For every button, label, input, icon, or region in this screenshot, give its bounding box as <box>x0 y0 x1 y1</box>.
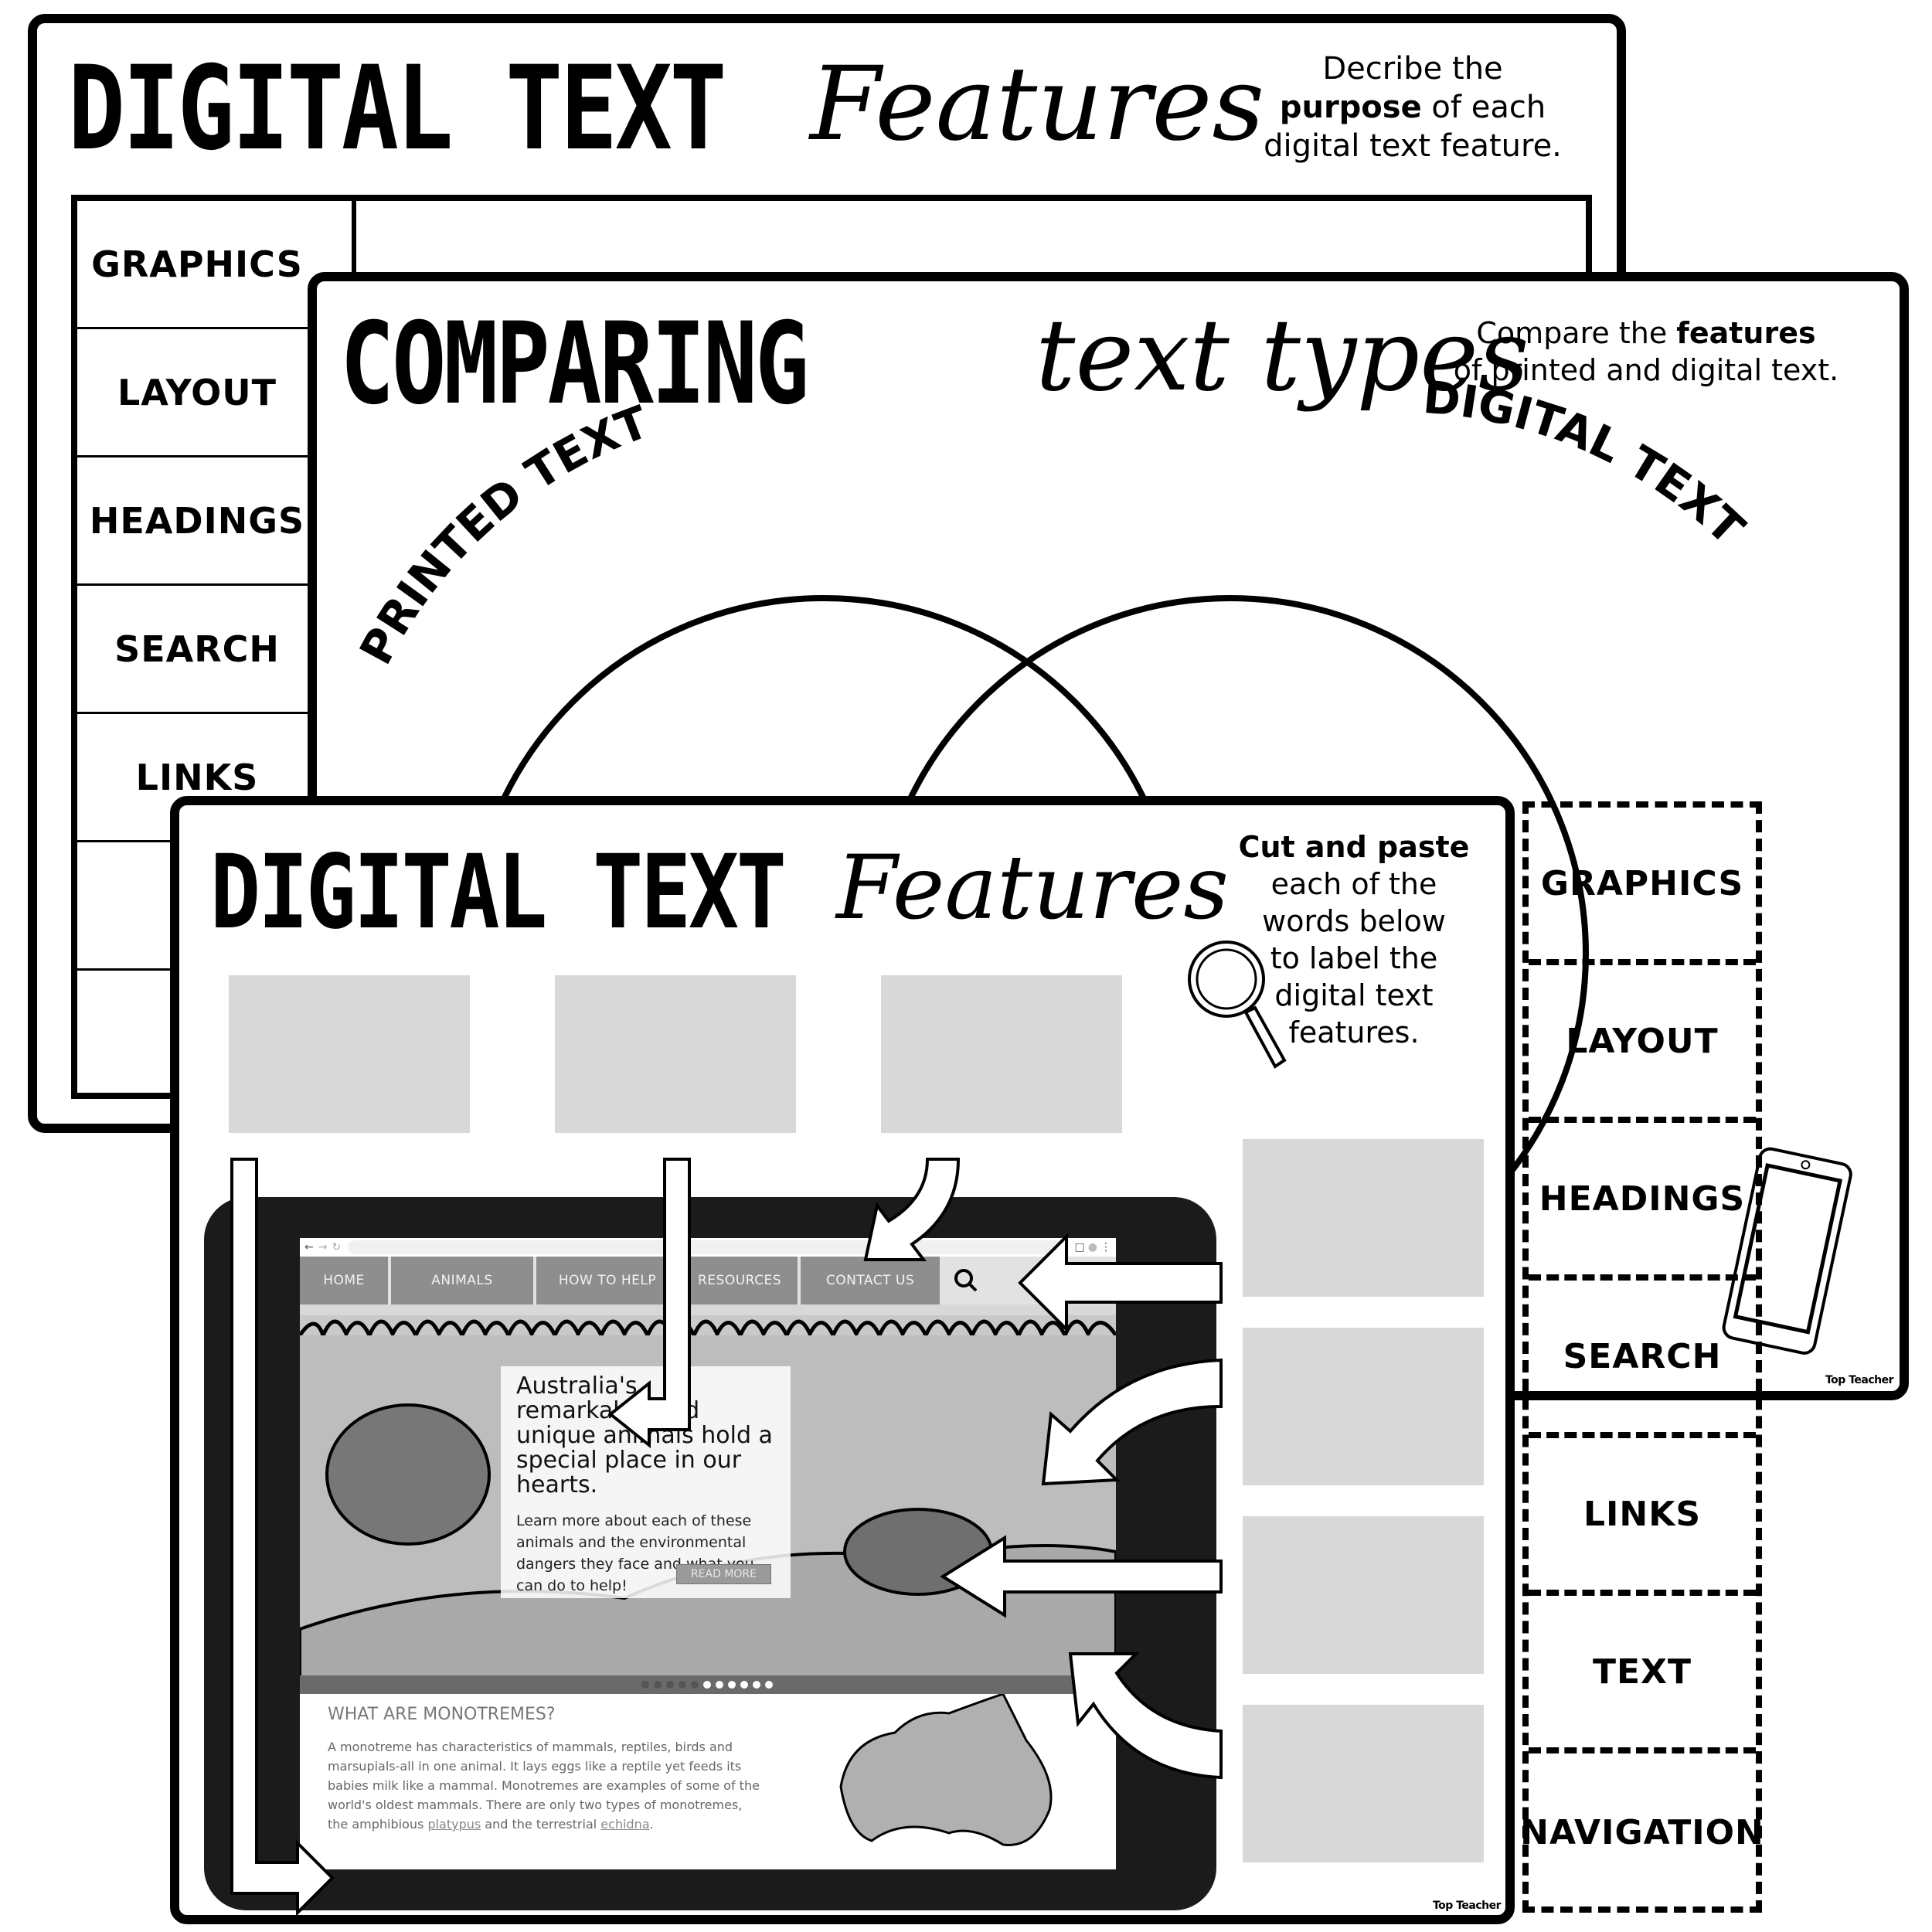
brand-label: Top Teacher <box>1432 1900 1502 1912</box>
worksheet-instructions: Decribe the purpose of each digital text… <box>1250 49 1575 165</box>
website-screen: ← → ↻ □ ● ⋮ HOME ANIMALS HOW TO HELP RES… <box>300 1238 1116 1869</box>
paste-box[interactable] <box>1243 1328 1484 1485</box>
hero-title: Australia's remarkable and unique animal… <box>516 1372 773 1498</box>
carousel-dot[interactable] <box>740 1681 748 1689</box>
carousel-dot[interactable] <box>691 1681 699 1689</box>
window-square-icon[interactable]: □ <box>1075 1241 1085 1253</box>
label-headings[interactable]: HEADINGS <box>1529 1123 1756 1281</box>
carousel-dot[interactable] <box>765 1681 773 1689</box>
label-graphics[interactable]: GRAPHICS <box>1529 808 1756 965</box>
search-icon[interactable] <box>943 1257 989 1304</box>
back-arrow-icon[interactable]: ← <box>304 1241 314 1253</box>
worksheet-cut-and-paste: DIGITAL TEXT Features Cut and paste each… <box>170 796 1515 1924</box>
nav-contact-us[interactable]: CONTACT US <box>801 1257 940 1304</box>
reload-icon[interactable]: ↻ <box>332 1241 341 1253</box>
instruction-line: each of the <box>1270 867 1437 901</box>
menu-dots-icon[interactable]: ⋮ <box>1100 1241 1111 1253</box>
label-layout[interactable]: LAYOUT <box>1529 965 1756 1123</box>
profile-circle-icon[interactable]: ● <box>1088 1241 1097 1253</box>
instruction-line: Decribe the <box>1322 51 1503 87</box>
venn-left-label-path: PRINTED TEXT <box>349 396 655 673</box>
paste-box[interactable] <box>229 975 470 1133</box>
echidna-illustration <box>325 1403 491 1546</box>
article-text: and the terrestrial <box>481 1817 601 1832</box>
article-section: WHAT ARE MONOTREMES? A monotreme has cha… <box>300 1694 1116 1869</box>
table-row-label: HEADINGS <box>77 457 317 586</box>
carousel-dot[interactable] <box>728 1681 736 1689</box>
article-text: . <box>649 1817 654 1832</box>
instruction-line: words below <box>1262 904 1446 938</box>
magnifying-glass-icon <box>1188 940 1287 1069</box>
paste-box[interactable] <box>1243 1705 1484 1862</box>
nav-resources[interactable]: RESOURCES <box>682 1257 798 1304</box>
hero-banner: Australia's remarkable and unique animal… <box>300 1304 1116 1695</box>
carousel-dot[interactable] <box>654 1681 662 1689</box>
article-body: A monotreme has characteristics of mamma… <box>328 1737 760 1834</box>
link-echidna[interactable]: echidna <box>600 1817 649 1832</box>
paste-box[interactable] <box>555 975 796 1133</box>
site-navigation: HOME ANIMALS HOW TO HELP RESOURCES CONTA… <box>300 1257 1116 1304</box>
instruction-text: of each <box>1421 90 1546 125</box>
carousel-dot[interactable] <box>641 1681 649 1689</box>
hero-text-panel: Australia's remarkable and unique animal… <box>501 1366 791 1598</box>
table-row-label: LAYOUT <box>77 329 317 457</box>
carousel-dot[interactable] <box>753 1681 760 1689</box>
table-row-label: GRAPHICS <box>77 201 317 329</box>
label-navigation[interactable]: NAVIGATION <box>1520 1753 1764 1911</box>
label-links[interactable]: LINKS <box>1529 1438 1756 1596</box>
read-more-button[interactable]: READ MORE <box>675 1564 771 1584</box>
paste-box[interactable] <box>881 975 1122 1133</box>
label-search[interactable]: SEARCH <box>1529 1281 1756 1438</box>
carousel-dot[interactable] <box>716 1681 723 1689</box>
worksheet-title-bold: DIGITAL TEXT <box>68 42 727 176</box>
instruction-line: purpose of each <box>1250 88 1575 127</box>
worksheet-title-script: Features <box>810 45 1265 164</box>
instruction-bold: purpose <box>1279 90 1422 125</box>
carousel-dot[interactable] <box>679 1681 686 1689</box>
article-heading: WHAT ARE MONOTREMES? <box>328 1705 556 1724</box>
instruction-bold-text: Cut and paste <box>1238 830 1470 864</box>
venn-right-label: DIGITAL TEXT <box>1421 371 1755 556</box>
instruction-line: digital text feature. <box>1264 128 1562 164</box>
venn-right-label-path: DIGITAL TEXT <box>1421 371 1755 556</box>
carousel-indicator <box>300 1675 1116 1694</box>
nav-how-to-help[interactable]: HOW TO HELP <box>536 1257 679 1304</box>
label-text[interactable]: TEXT <box>1529 1596 1756 1753</box>
worksheet-title-bold: DIGITAL TEXT <box>210 833 787 952</box>
platypus-illustration <box>843 1508 993 1596</box>
instruction-bold: Cut and paste <box>1215 828 1493 866</box>
address-bar[interactable] <box>349 1240 1067 1254</box>
link-platypus[interactable]: platypus <box>427 1817 481 1832</box>
carousel-dot[interactable] <box>666 1681 674 1689</box>
australia-map-image <box>839 1694 1053 1846</box>
nav-home[interactable]: HOME <box>300 1257 388 1304</box>
nav-animals[interactable]: ANIMALS <box>391 1257 533 1304</box>
worksheet-title-script: Features <box>836 836 1229 939</box>
carousel-dot[interactable] <box>703 1681 711 1689</box>
forward-arrow-icon[interactable]: → <box>318 1241 328 1253</box>
paste-box[interactable] <box>1243 1516 1484 1674</box>
cut-out-label-strip: GRAPHICS LAYOUT HEADINGS SEARCH LINKS TE… <box>1520 801 1764 1913</box>
tablet-device: ← → ↻ □ ● ⋮ HOME ANIMALS HOW TO HELP RES… <box>204 1197 1216 1910</box>
brand-label: Top Teacher <box>1825 1374 1894 1386</box>
browser-toolbar: ← → ↻ □ ● ⋮ <box>300 1238 1116 1257</box>
table-row-label: SEARCH <box>77 586 317 714</box>
paste-box[interactable] <box>1243 1139 1484 1297</box>
venn-left-label: PRINTED TEXT <box>349 396 655 673</box>
